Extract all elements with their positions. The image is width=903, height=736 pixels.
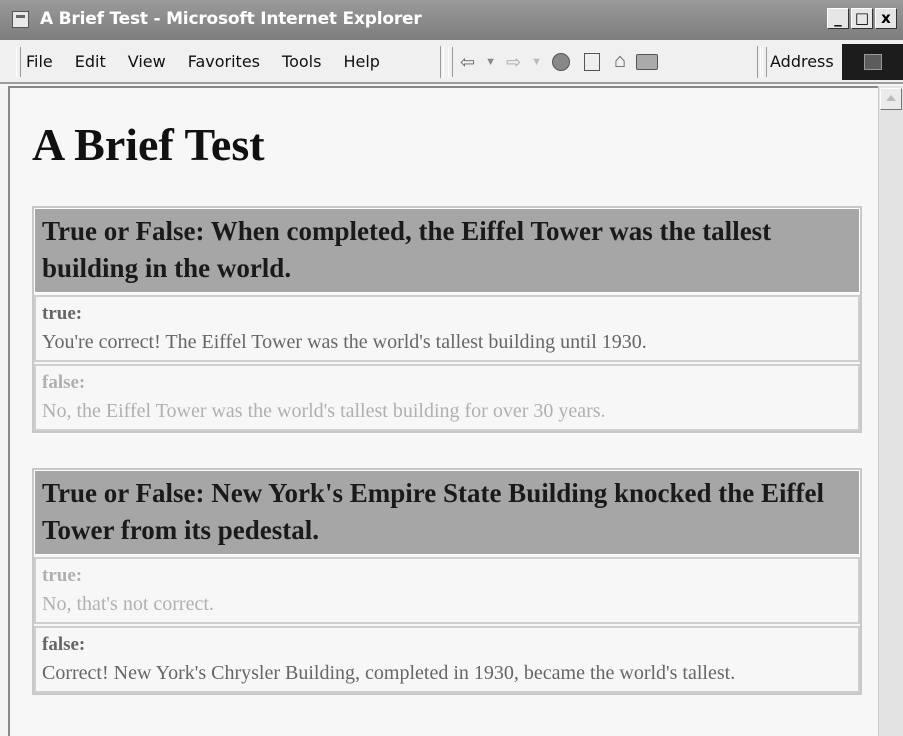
toolbar-separator xyxy=(440,46,444,78)
window-title: A Brief Test - Microsoft Internet Explor… xyxy=(40,9,422,29)
vertical-scrollbar[interactable] xyxy=(878,86,903,736)
menu-edit[interactable]: Edit xyxy=(75,52,106,71)
page-viewport: A Brief Test True or False: When complet… xyxy=(8,86,878,736)
answer-false[interactable]: false: Correct! New York's Chrysler Buil… xyxy=(34,626,860,693)
menu-bar: File Edit View Favorites Tools Help xyxy=(26,52,402,71)
forward-dropdown-icon[interactable]: ▼ xyxy=(531,51,542,73)
answer-false[interactable]: false: No, the Eiffel Tower was the worl… xyxy=(34,364,860,431)
address-label: Address xyxy=(770,52,834,71)
navigation-buttons: ⇦ ▼ ⇨ ▼ ⌂ xyxy=(460,50,659,73)
answer-text: You're correct! The Eiffel Tower was the… xyxy=(42,331,647,353)
page-title: A Brief Test xyxy=(32,119,265,170)
menu-favorites[interactable]: Favorites xyxy=(188,52,260,71)
ie-page-icon xyxy=(12,11,29,28)
question-card: True or False: New York's Empire State B… xyxy=(32,468,862,695)
toolbar-grip[interactable] xyxy=(16,47,21,77)
print-icon[interactable] xyxy=(636,53,659,70)
menu-view[interactable]: View xyxy=(128,52,166,71)
answer-label: true: xyxy=(42,565,83,586)
question-header: True or False: When completed, the Eiffe… xyxy=(34,208,860,293)
answer-true[interactable]: true: You're correct! The Eiffel Tower w… xyxy=(34,295,860,362)
answer-label: false: xyxy=(42,634,86,655)
answer-text: Correct! New York's Chrysler Building, c… xyxy=(42,662,736,684)
title-bar: A Brief Test - Microsoft Internet Explor… xyxy=(0,0,903,40)
refresh-icon[interactable] xyxy=(583,52,600,71)
menu-file[interactable]: File xyxy=(26,52,53,71)
back-dropdown-icon[interactable]: ▼ xyxy=(485,51,496,73)
forward-icon[interactable]: ⇨ xyxy=(506,51,521,73)
question-card: True or False: When completed, the Eiffe… xyxy=(32,206,862,433)
back-icon[interactable]: ⇦ xyxy=(460,51,475,73)
home-icon[interactable]: ⌂ xyxy=(614,50,626,73)
minimize-button[interactable]: _ xyxy=(827,8,849,29)
toolbar-grip[interactable] xyxy=(762,47,767,77)
answer-text: No, the Eiffel Tower was the world's tal… xyxy=(42,400,606,422)
window-controls: _ □ x xyxy=(827,8,897,29)
answer-label: false: xyxy=(42,372,86,393)
answer-label: true: xyxy=(42,303,83,324)
answer-text: No, that's not correct. xyxy=(42,593,214,615)
maximize-button[interactable]: □ xyxy=(851,8,873,29)
menu-toolbar: File Edit View Favorites Tools Help ⇦ ▼ … xyxy=(0,40,903,84)
menu-help[interactable]: Help xyxy=(343,52,379,71)
address-bar-icon[interactable] xyxy=(842,44,903,80)
scroll-up-arrow-icon[interactable] xyxy=(880,88,902,110)
stop-icon[interactable] xyxy=(551,52,570,71)
question-header: True or False: New York's Empire State B… xyxy=(34,470,860,555)
toolbar-grip[interactable] xyxy=(448,47,453,77)
toolbar-separator xyxy=(757,46,761,78)
menu-tools[interactable]: Tools xyxy=(282,52,321,71)
answer-true[interactable]: true: No, that's not correct. xyxy=(34,557,860,624)
close-button[interactable]: x xyxy=(875,8,897,29)
